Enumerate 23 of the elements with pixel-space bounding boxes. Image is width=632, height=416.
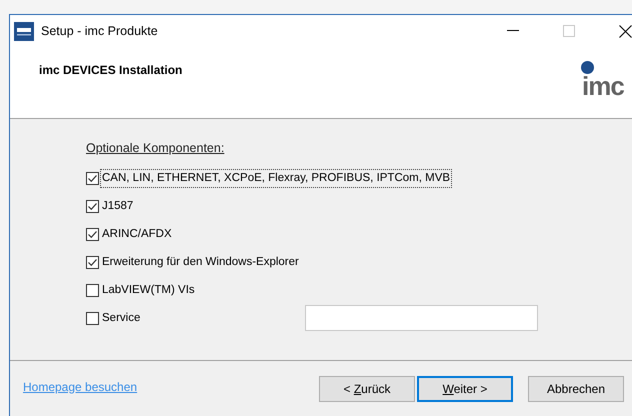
- minimize-icon[interactable]: [507, 30, 519, 32]
- close-icon[interactable]: [619, 24, 632, 38]
- checkbox-label[interactable]: Service: [100, 308, 142, 328]
- dialog-button[interactable]: < Zurück: [319, 376, 415, 402]
- dialog-button[interactable]: Weiter >: [417, 376, 513, 402]
- checkbox-label[interactable]: ARINC/AFDX: [100, 224, 174, 244]
- checkbox-label[interactable]: CAN, LIN, ETHERNET, XCPoE, Flexray, PROFIBUS, IPTCom, MVB: [100, 168, 452, 188]
- page-heading: imc DEVICES Installation: [39, 62, 182, 79]
- section-title: Optionale Komponenten:: [86, 140, 224, 157]
- window-title: Setup - imc Produkte: [41, 22, 158, 40]
- app-icon: [14, 22, 34, 40]
- service-field[interactable]: [305, 305, 538, 332]
- checkbox[interactable]: [86, 312, 99, 325]
- checkbox[interactable]: [86, 284, 99, 297]
- checkbox-label[interactable]: J1587: [100, 196, 136, 216]
- imc-logo: imc: [582, 61, 632, 98]
- checkbox[interactable]: [86, 172, 99, 185]
- checkbox-label[interactable]: Erweiterung für den Windows-Explorer: [100, 252, 301, 272]
- dialog-button[interactable]: Abbrechen: [528, 376, 624, 402]
- checkbox[interactable]: [86, 256, 99, 269]
- checkbox[interactable]: [86, 228, 99, 241]
- checkbox[interactable]: [86, 200, 99, 213]
- checkbox-label[interactable]: LabVIEW(TM) VIs: [100, 280, 197, 300]
